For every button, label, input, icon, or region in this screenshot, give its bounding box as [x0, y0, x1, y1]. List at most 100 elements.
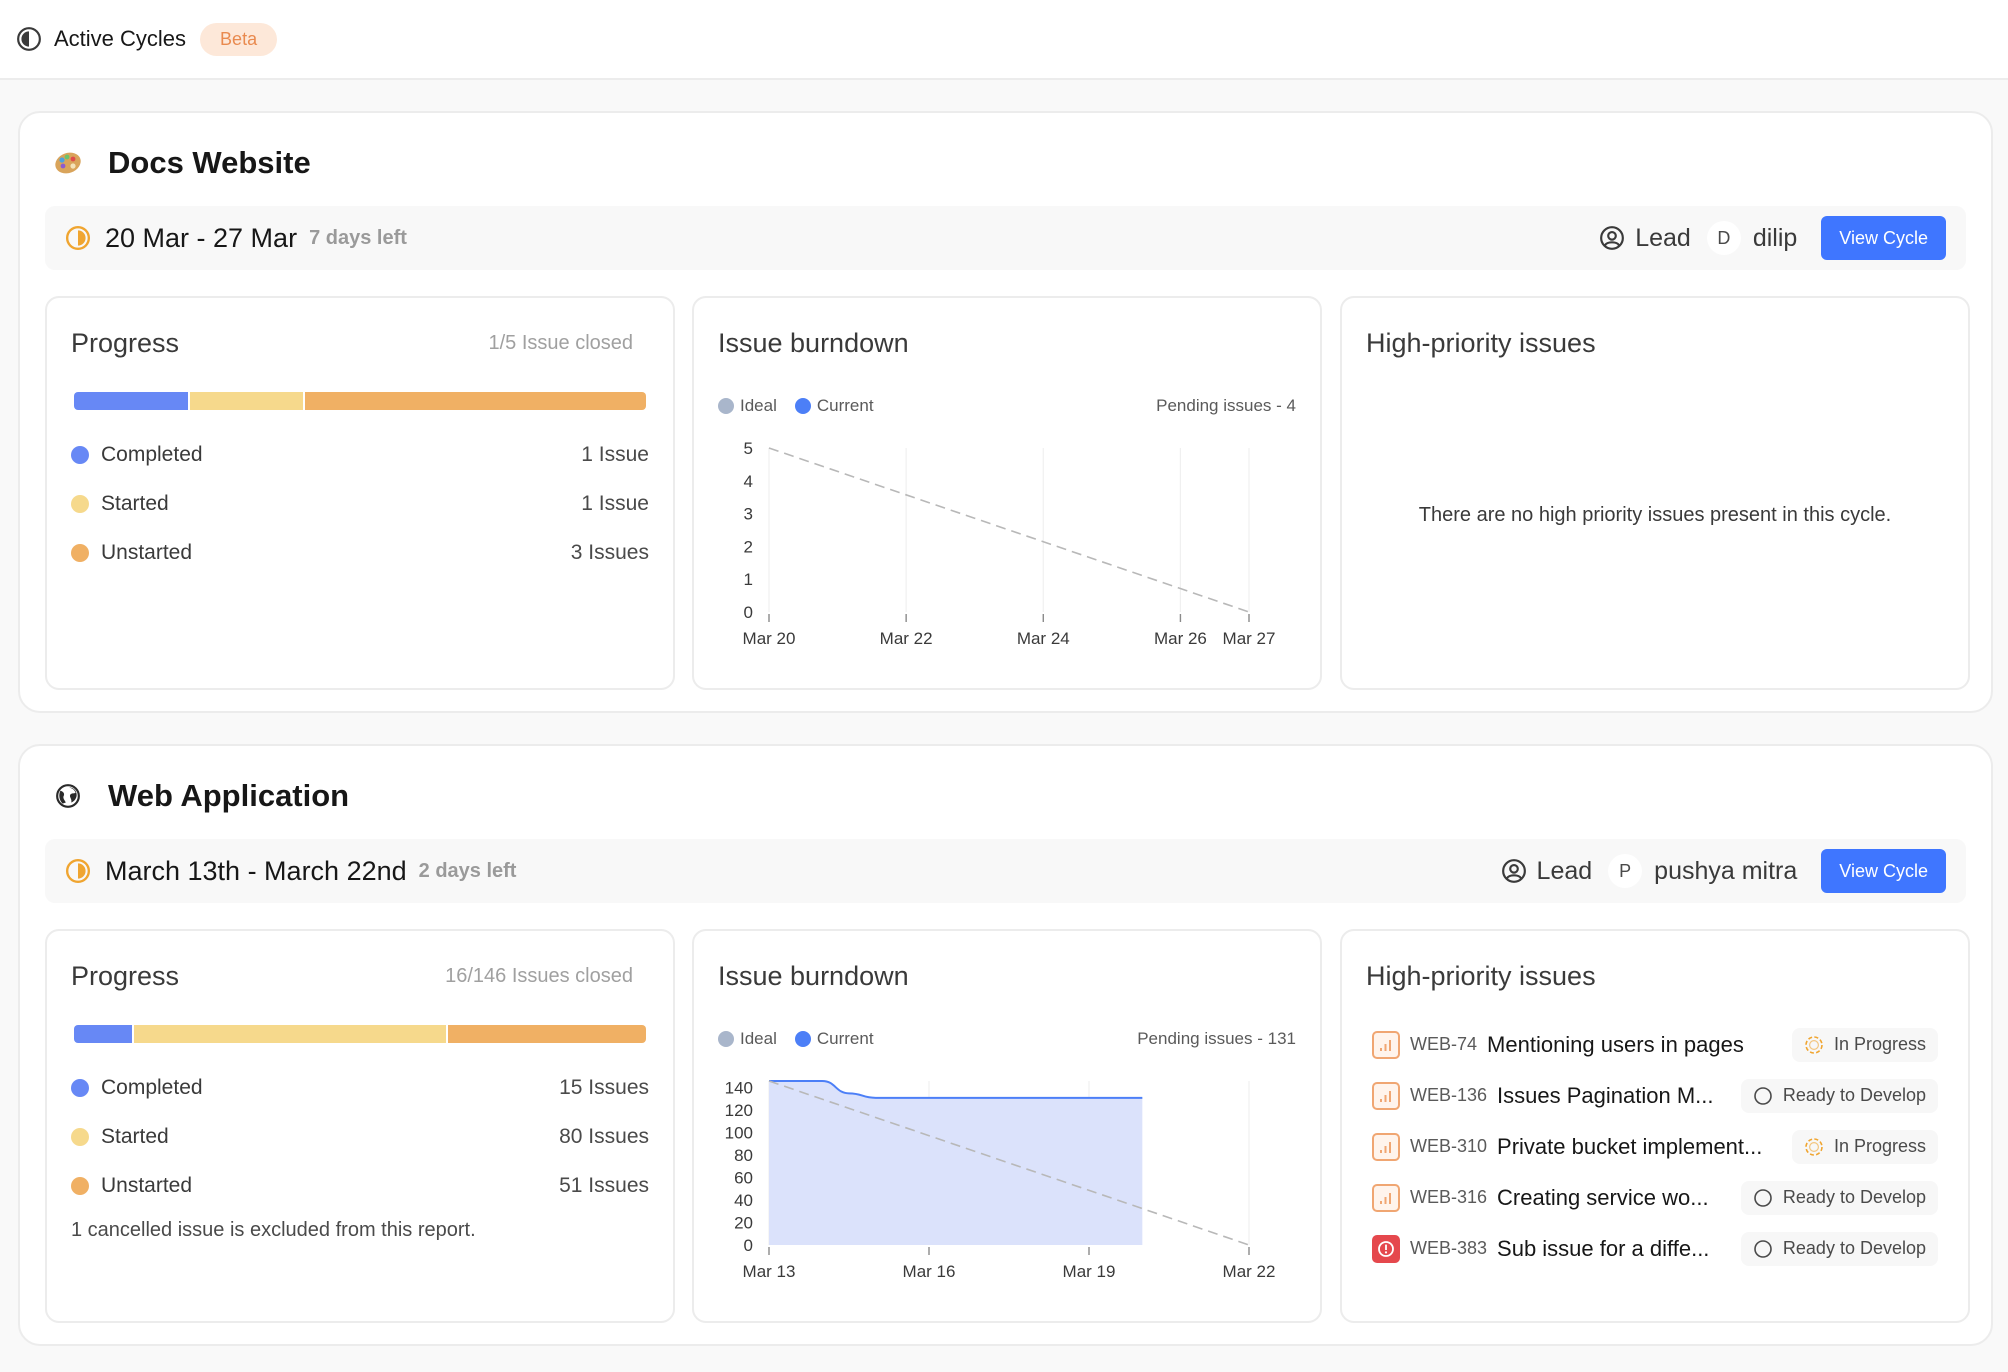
issue-title[interactable]: Creating service wo...: [1497, 1185, 1741, 1211]
ready-state-icon: [1754, 1188, 1772, 1207]
priority-badge: [1372, 1030, 1400, 1059]
project-card: Docs Website 20 Mar - 27 Mar 7 days left…: [18, 111, 1993, 713]
cycle-dates: March 13th - March 22nd: [105, 855, 407, 886]
issue-state-pill[interactable]: In Progress: [1791, 1027, 1938, 1062]
legend-value: 51 Issues: [559, 1173, 649, 1197]
unstarted-dot: [71, 543, 89, 562]
cycle-dates: 20 Mar - 27 Mar: [105, 222, 298, 253]
legend-ideal: Ideal: [718, 1029, 777, 1049]
x-tick-label: Mar 27: [1223, 629, 1276, 648]
legend-label: Completed: [101, 1075, 203, 1099]
unstarted-dot: [71, 1176, 89, 1195]
legend-label: Unstarted: [101, 540, 193, 564]
avatar: P: [1608, 854, 1643, 888]
y-tick-label: 20: [734, 1214, 753, 1233]
issue-state-pill[interactable]: Ready to Develop: [1740, 1231, 1938, 1266]
cycle-lead: Lead P pushya mitra: [1501, 854, 1797, 888]
view-cycle-button[interactable]: View Cycle: [1821, 216, 1946, 260]
progress-segment-completed: [74, 392, 188, 410]
legend-row-completed: Completed 1 Issue: [71, 430, 649, 479]
issue-state-pill[interactable]: In Progress: [1791, 1129, 1938, 1164]
issue-id: WEB-136: [1410, 1085, 1488, 1105]
legend-row-unstarted: Unstarted 51 Issues: [71, 1161, 649, 1210]
view-cycle-button[interactable]: View Cycle: [1821, 849, 1946, 893]
issue-row[interactable]: WEB-383 Sub issue for a diffe... Ready to …: [1372, 1223, 1938, 1274]
issue-row-partial: [1372, 1274, 1938, 1277]
y-tick-label: 120: [725, 1101, 753, 1120]
priority-badge: [1372, 1132, 1400, 1161]
legend-ideal-label: Ideal: [740, 1029, 777, 1048]
y-tick-label: 100: [725, 1124, 753, 1143]
legend-row-started: Started 80 Issues: [71, 1112, 649, 1161]
panel-title: High-priority issues: [1366, 328, 1596, 358]
issue-state-pill[interactable]: Ready to Develop: [1740, 1180, 1938, 1215]
issues-closed-summary: 1/5 Issue closed: [488, 332, 633, 354]
lead-name: dilip: [1752, 223, 1798, 252]
high-priority-panel: High-priority issues There are no high p…: [1340, 296, 1970, 690]
issue-row[interactable]: WEB-74 Mentioning users in pages In Progre…: [1372, 1019, 1938, 1070]
panel-title: Issue burndown: [718, 961, 909, 991]
issue-id: WEB-316: [1410, 1187, 1488, 1207]
x-tick-label: Mar 13: [743, 1262, 796, 1281]
high-priority-issue-list[interactable]: WEB-74 Mentioning users in pages In Progre…: [1372, 1019, 1938, 1277]
project-card: Web Application March 13th - March 22nd …: [18, 744, 1993, 1346]
issue-title[interactable]: Private bucket implement...: [1497, 1134, 1792, 1160]
issues-closed-summary: 16/146 Issues closed: [445, 965, 633, 987]
burndown-chart: 0 20 40 60 80 100 120 140 Mar 13 Mar 16 Mar 19 Mar …: [725, 1079, 1276, 1281]
y-tick-label: 4: [744, 472, 753, 491]
progress-bar: [74, 392, 646, 410]
user-circle-icon: [1600, 226, 1625, 250]
user-circle-icon: [1501, 859, 1526, 883]
y-tick-label: 3: [744, 505, 753, 524]
legend-ideal: Ideal: [718, 396, 777, 416]
high-priority-icon: [1380, 1039, 1391, 1051]
legend-value: 80 Issues: [559, 1124, 649, 1148]
issue-row[interactable]: WEB-136 Issues Pagination M... Ready to De…: [1372, 1070, 1938, 1121]
progress-bar: [74, 1025, 646, 1043]
y-tick-label: 5: [744, 439, 753, 458]
issue-id: WEB-310: [1410, 1136, 1488, 1156]
x-tick-label: Mar 19: [1063, 1262, 1116, 1281]
x-tick-label: Mar 16: [903, 1262, 956, 1281]
project-header: Web Application: [52, 778, 349, 814]
legend-row-completed: Completed 15 Issues: [71, 1063, 649, 1112]
legend-label: Started: [101, 491, 169, 515]
progress-segment-unstarted: [447, 1025, 646, 1043]
progress-legend: Completed 15 Issues Started 80 Issues Un…: [71, 1063, 649, 1210]
empty-state-message: There are no high priority issues presen…: [1418, 504, 1892, 526]
issue-row[interactable]: WEB-310 Private bucket implement... In Pro…: [1372, 1121, 1938, 1172]
days-left: 2 days left: [418, 859, 517, 882]
issue-state-label: In Progress: [1833, 1136, 1926, 1156]
issue-title[interactable]: Issues Pagination M...: [1497, 1083, 1741, 1109]
in-progress-state-icon: [1805, 1137, 1823, 1156]
in-progress-state-icon: [1805, 1035, 1823, 1054]
contrast-cycle-icon: [17, 27, 41, 51]
burndown-chart: 0 1 2 3 4 5 Mar 20 Mar 22 Mar 24 Mar 26 Mar 27: [743, 439, 1276, 648]
ideal-dot: [718, 398, 734, 414]
project-header: Docs Website: [52, 145, 311, 181]
cycle-lead: Lead D dilip: [1599, 221, 1797, 255]
issue-row[interactable]: WEB-316 Creating service wo... Ready to De…: [1372, 1172, 1938, 1223]
issue-title[interactable]: Mentioning users in pages: [1487, 1032, 1792, 1058]
legend-current-label: Current: [816, 396, 874, 415]
globe-icon: [52, 780, 84, 812]
legend-current: Current: [794, 396, 874, 416]
urgent-priority-icon: [1378, 1240, 1394, 1257]
legend-label: Started: [101, 1124, 169, 1148]
legend-ideal-label: Ideal: [740, 396, 777, 415]
panel-title: Issue burndown: [718, 328, 909, 358]
issue-state-pill[interactable]: Ready to Develop: [1740, 1078, 1938, 1113]
cycle-info-bar: March 13th - March 22nd 2 days left Lead…: [45, 839, 1966, 903]
current-dot: [794, 1031, 811, 1047]
issue-title[interactable]: Sub issue for a diffe...: [1497, 1236, 1741, 1262]
issue-state-label: Ready to Develop: [1782, 1238, 1926, 1258]
high-priority-icon: [1380, 1090, 1391, 1102]
y-tick-label: 140: [725, 1079, 753, 1098]
project-name: Docs Website: [108, 145, 311, 180]
project-name: Web Application: [108, 778, 350, 813]
beta-badge: Beta: [200, 22, 278, 56]
started-dot: [71, 494, 89, 513]
started-dot: [71, 1127, 89, 1146]
panel-title: Progress: [71, 328, 180, 358]
avatar: D: [1706, 221, 1741, 255]
